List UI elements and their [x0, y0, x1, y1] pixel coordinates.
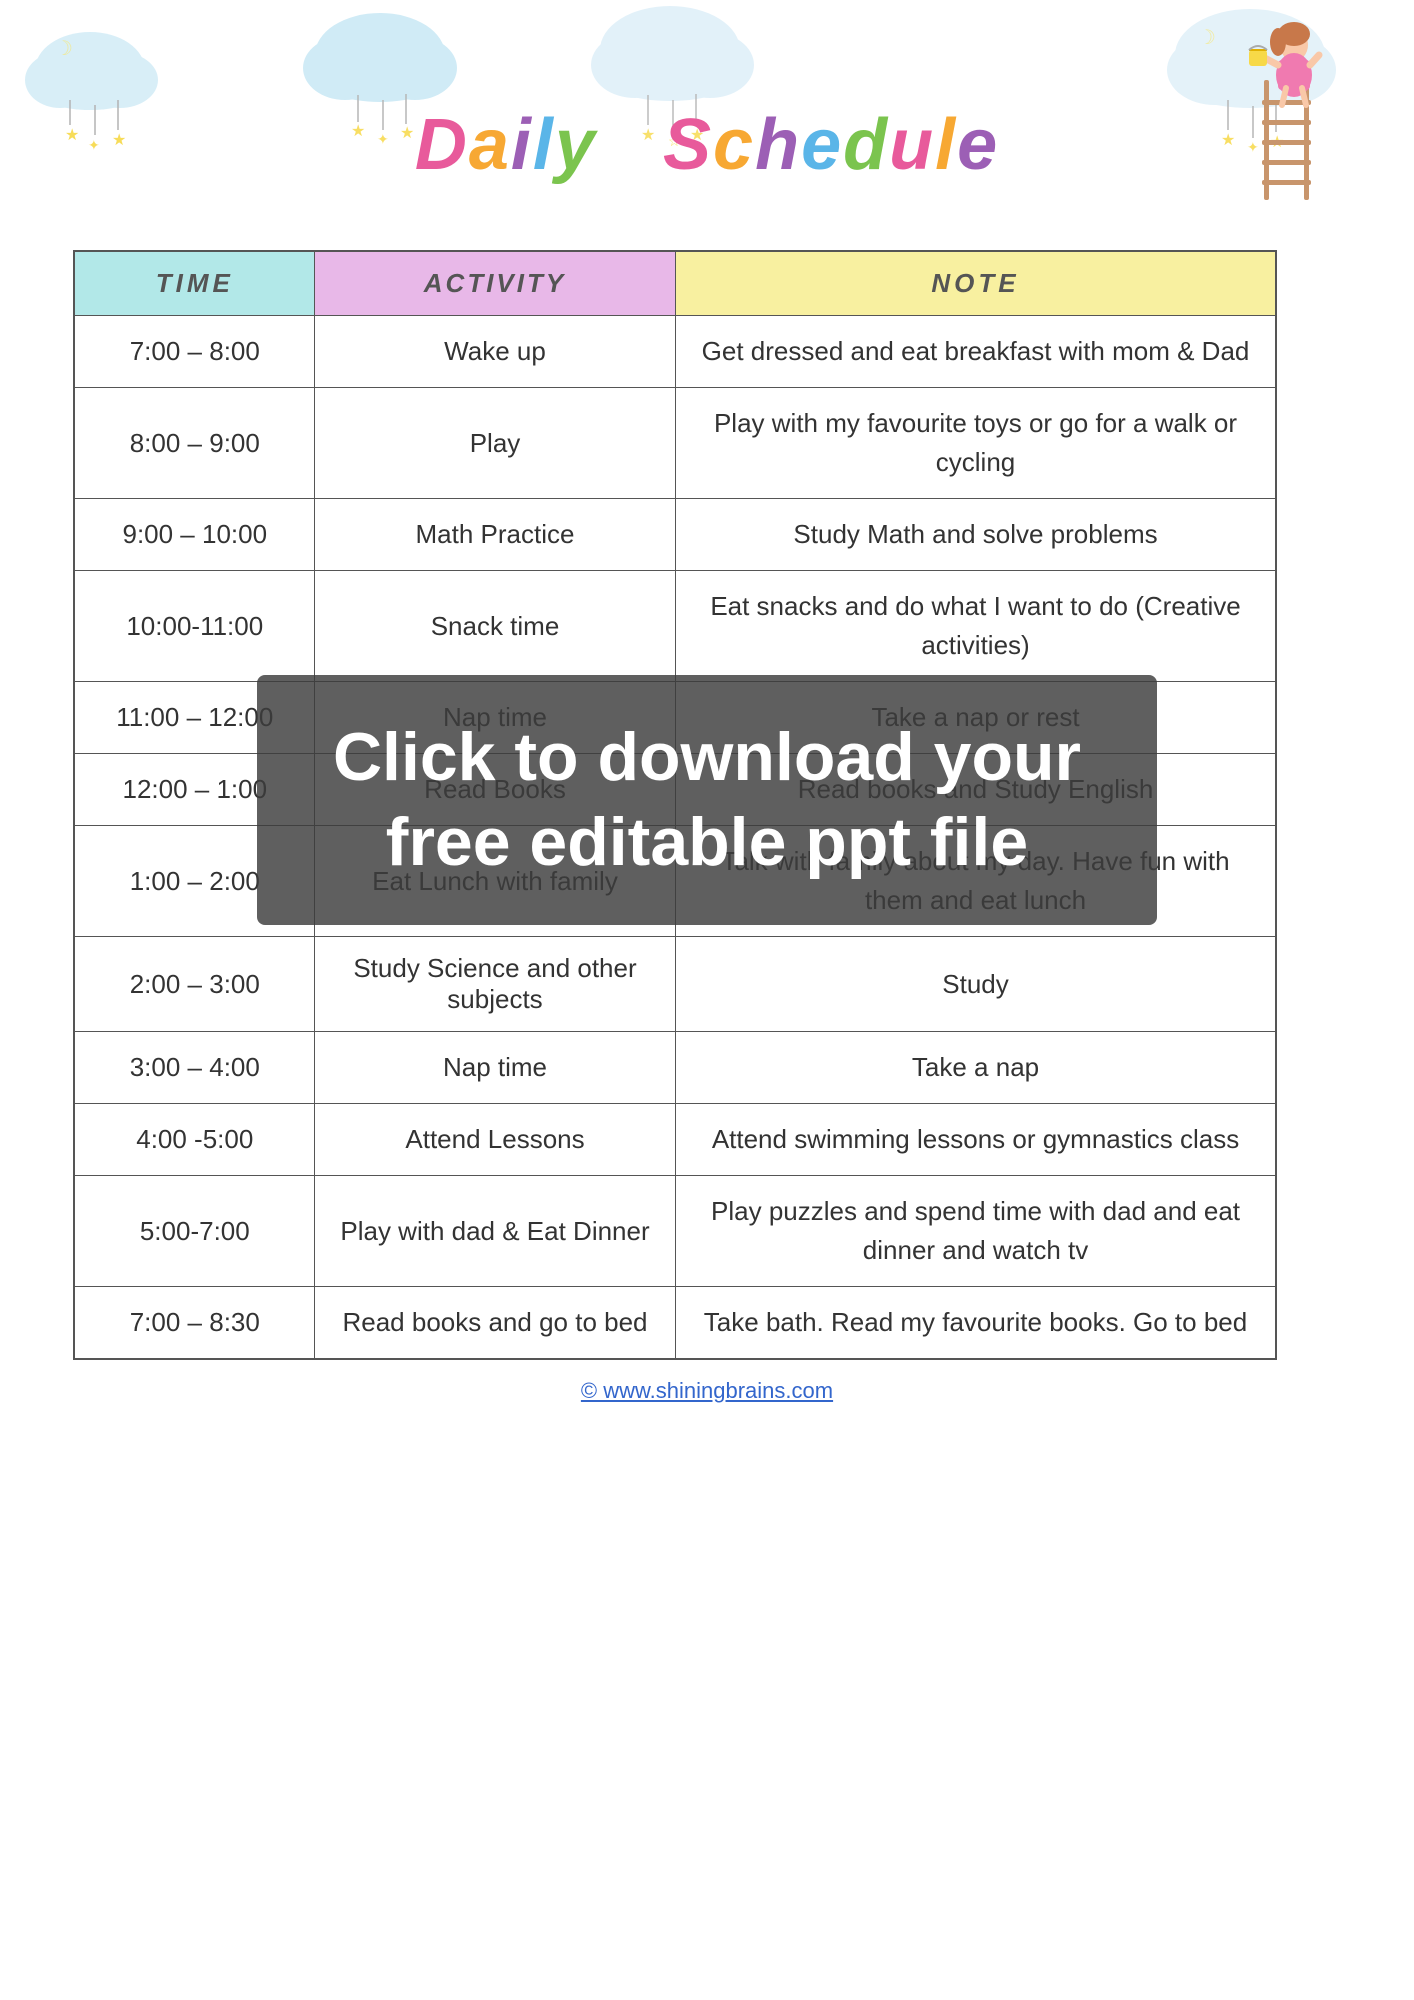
- cell-activity: Play with dad & Eat Dinner: [315, 1176, 676, 1287]
- table-row: 1:00 – 2:00Eat Lunch with familyTalk wit…: [74, 826, 1276, 937]
- table-row: 7:00 – 8:00Wake upGet dressed and eat br…: [74, 316, 1276, 388]
- cell-note: Take bath. Read my favourite books. Go t…: [675, 1287, 1276, 1360]
- cell-time: 7:00 – 8:30: [74, 1287, 314, 1360]
- page-title: Daily Schedule: [415, 104, 999, 186]
- cell-note: Study: [675, 937, 1276, 1032]
- table-row: 12:00 – 1:00Read BooksRead books and Stu…: [74, 754, 1276, 826]
- table-container: TIME ACTIVITY NOTE 7:00 – 8:00Wake upGet…: [73, 240, 1340, 1360]
- cell-time: 11:00 – 12:00: [74, 682, 314, 754]
- table-row: 2:00 – 3:00Study Science and other subje…: [74, 937, 1276, 1032]
- header-activity: ACTIVITY: [315, 251, 676, 316]
- cell-note: Read books and Study English: [675, 754, 1276, 826]
- cell-time: 7:00 – 8:00: [74, 316, 314, 388]
- header-area: Daily Schedule: [40, 20, 1374, 240]
- header-note: NOTE: [675, 251, 1276, 316]
- table-row: 7:00 – 8:30Read books and go to bedTake …: [74, 1287, 1276, 1360]
- cell-time: 4:00 -5:00: [74, 1104, 314, 1176]
- header-time: TIME: [74, 251, 314, 316]
- cell-time: 12:00 – 1:00: [74, 754, 314, 826]
- cell-time: 2:00 – 3:00: [74, 937, 314, 1032]
- cell-activity: Eat Lunch with family: [315, 826, 676, 937]
- cell-note: Play with my favourite toys or go for a …: [675, 388, 1276, 499]
- cell-time: 1:00 – 2:00: [74, 826, 314, 937]
- cell-activity: Study Science and other subjects: [315, 937, 676, 1032]
- table-row: 10:00-11:00Snack timeEat snacks and do w…: [74, 571, 1276, 682]
- cell-activity: Wake up: [315, 316, 676, 388]
- cell-note: Attend swimming lessons or gymnastics cl…: [675, 1104, 1276, 1176]
- cell-note: Talk with family about my day. Have fun …: [675, 826, 1276, 937]
- cell-note: Eat snacks and do what I want to do (Cre…: [675, 571, 1276, 682]
- cell-activity: Snack time: [315, 571, 676, 682]
- cell-activity: Nap time: [315, 1032, 676, 1104]
- cell-time: 8:00 – 9:00: [74, 388, 314, 499]
- table-row: 8:00 – 9:00PlayPlay with my favourite to…: [74, 388, 1276, 499]
- cell-activity: Read Books: [315, 754, 676, 826]
- cell-note: Play puzzles and spend time with dad and…: [675, 1176, 1276, 1287]
- cell-time: 5:00-7:00: [74, 1176, 314, 1287]
- cell-note: Take a nap or rest: [675, 682, 1276, 754]
- schedule-table: TIME ACTIVITY NOTE 7:00 – 8:00Wake upGet…: [73, 250, 1277, 1360]
- table-header-row: TIME ACTIVITY NOTE: [74, 251, 1276, 316]
- cell-time: 9:00 – 10:00: [74, 499, 314, 571]
- cell-activity: Play: [315, 388, 676, 499]
- table-row: 3:00 – 4:00Nap timeTake a nap: [74, 1032, 1276, 1104]
- page-wrapper: ★ ✦ ★ ☽ ★ ✦ ★: [0, 0, 1414, 2000]
- table-row: 9:00 – 10:00Math PracticeStudy Math and …: [74, 499, 1276, 571]
- cell-activity: Nap time: [315, 682, 676, 754]
- table-row: 4:00 -5:00Attend LessonsAttend swimming …: [74, 1104, 1276, 1176]
- table-row: 11:00 – 12:00Nap timeTake a nap or rest: [74, 682, 1276, 754]
- cell-activity: Attend Lessons: [315, 1104, 676, 1176]
- cell-activity: Math Practice: [315, 499, 676, 571]
- cell-time: 3:00 – 4:00: [74, 1032, 314, 1104]
- cell-activity: Read books and go to bed: [315, 1287, 676, 1360]
- footer-link[interactable]: © www.shiningbrains.com: [581, 1378, 833, 1404]
- table-row: 5:00-7:00Play with dad & Eat DinnerPlay …: [74, 1176, 1276, 1287]
- cell-note: Get dressed and eat breakfast with mom &…: [675, 316, 1276, 388]
- cell-note: Study Math and solve problems: [675, 499, 1276, 571]
- cell-note: Take a nap: [675, 1032, 1276, 1104]
- cell-time: 10:00-11:00: [74, 571, 314, 682]
